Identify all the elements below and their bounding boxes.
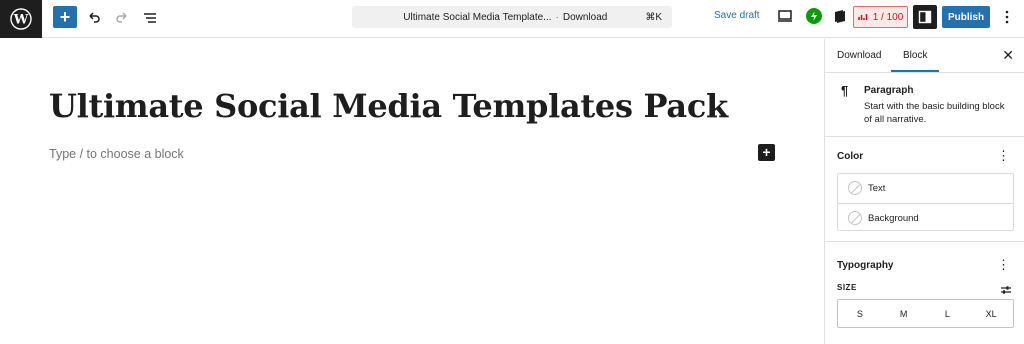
typography-panel: Typography ⋮ SIZE S M L XL <box>825 242 1024 339</box>
options-button[interactable] <box>1000 7 1014 27</box>
paragraph-icon: ¶ <box>841 83 849 98</box>
plus-icon: + <box>59 7 71 27</box>
color-item-label: Background <box>868 213 919 224</box>
tab-block[interactable]: Block <box>903 50 927 61</box>
font-size-picker: S M L XL <box>837 299 1014 328</box>
block-name: Paragraph <box>864 85 914 96</box>
redo-icon <box>116 12 127 23</box>
editor-canvas: Ultimate Social Media Templates Pack Typ… <box>0 39 824 344</box>
settings-sidebar: Download Block ✕ ¶ Paragraph Start with … <box>824 39 1024 344</box>
separator: · <box>555 11 559 23</box>
settings-sidebar-toggle[interactable] <box>913 5 937 29</box>
bolt-icon <box>811 11 817 21</box>
plus-icon: + <box>762 144 771 160</box>
desktop-icon <box>778 10 792 22</box>
seo-score: 1 / 100 <box>872 11 904 23</box>
undo-icon <box>89 12 100 23</box>
book-icon <box>835 10 845 23</box>
empty-swatch-icon <box>848 211 862 225</box>
empty-swatch-icon <box>848 181 862 195</box>
wordpress-logo-button[interactable]: W <box>0 0 42 38</box>
tab-download[interactable]: Download <box>837 50 881 61</box>
svg-text:W: W <box>13 13 29 28</box>
typography-options-button[interactable]: ⋮ <box>997 257 1010 272</box>
color-text-item[interactable]: Text <box>838 174 1013 203</box>
plugin-button[interactable] <box>833 9 847 29</box>
save-draft-button[interactable]: Save draft <box>714 10 760 21</box>
list-view-icon <box>144 13 156 23</box>
block-description: Start with the basic building block of a… <box>864 101 1005 125</box>
editor-header: W + Ultimate Social Media Template... · … <box>0 0 1024 38</box>
more-vertical-icon <box>1005 10 1009 24</box>
publish-button[interactable]: Publish <box>942 6 990 28</box>
post-type-label: Download <box>562 11 608 23</box>
sidebar-icon <box>918 10 932 24</box>
block-placeholder[interactable]: Type / to choose a block <box>49 147 184 161</box>
custom-size-button[interactable] <box>1000 282 1012 300</box>
color-item-label: Text <box>868 183 886 194</box>
block-card: ¶ Paragraph Start with the basic buildin… <box>825 73 1024 137</box>
post-title-label: Ultimate Social Media Template... <box>403 11 552 23</box>
more-vertical-icon: ⋮ <box>997 257 1010 272</box>
color-background-item[interactable]: Background <box>838 203 1013 232</box>
color-options-button[interactable]: ⋮ <box>997 148 1010 163</box>
add-block-button[interactable]: + <box>758 144 775 161</box>
size-option-xl[interactable]: XL <box>969 300 1013 327</box>
redo-button[interactable] <box>110 6 134 30</box>
color-settings-group: Text Background <box>837 173 1014 231</box>
seo-score-button[interactable]: 1 / 100 <box>853 6 908 28</box>
wordpress-icon: W <box>10 8 32 30</box>
block-inserter-toggle[interactable]: + <box>53 6 77 28</box>
size-option-s[interactable]: S <box>838 300 882 327</box>
command-center[interactable]: Ultimate Social Media Template... · Down… <box>352 6 672 28</box>
typography-panel-title: Typography <box>837 260 894 271</box>
chart-icon <box>857 14 868 20</box>
size-option-l[interactable]: L <box>926 300 970 327</box>
preview-button[interactable] <box>777 9 793 28</box>
post-title[interactable]: Ultimate Social Media Templates Pack <box>49 87 728 125</box>
color-panel: Color ⋮ Text Background <box>825 137 1024 242</box>
active-tab-indicator <box>891 70 939 72</box>
undo-button[interactable] <box>82 6 106 30</box>
sidebar-tabs: Download Block ✕ <box>825 39 1024 73</box>
jetpack-button[interactable] <box>806 8 822 24</box>
size-label: SIZE <box>837 283 857 292</box>
color-panel-title: Color <box>837 151 864 162</box>
document-overview-button[interactable] <box>138 6 162 30</box>
keyboard-shortcut: ⌘K <box>645 11 662 23</box>
settings-sliders-icon <box>1001 286 1011 294</box>
close-icon: ✕ <box>1002 47 1014 63</box>
more-vertical-icon: ⋮ <box>997 148 1010 163</box>
size-option-m[interactable]: M <box>882 300 926 327</box>
close-sidebar-button[interactable]: ✕ <box>1002 47 1014 64</box>
